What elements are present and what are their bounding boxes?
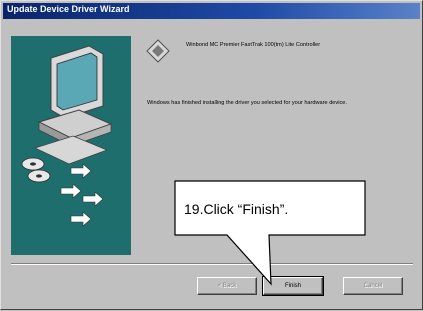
annotation-callout bbox=[174, 180, 366, 286]
annotation-text: 19.Click “Finish”. bbox=[184, 201, 289, 217]
wizard-window: Update Device Driver Wizard Winbond MC P… bbox=[0, 0, 423, 310]
